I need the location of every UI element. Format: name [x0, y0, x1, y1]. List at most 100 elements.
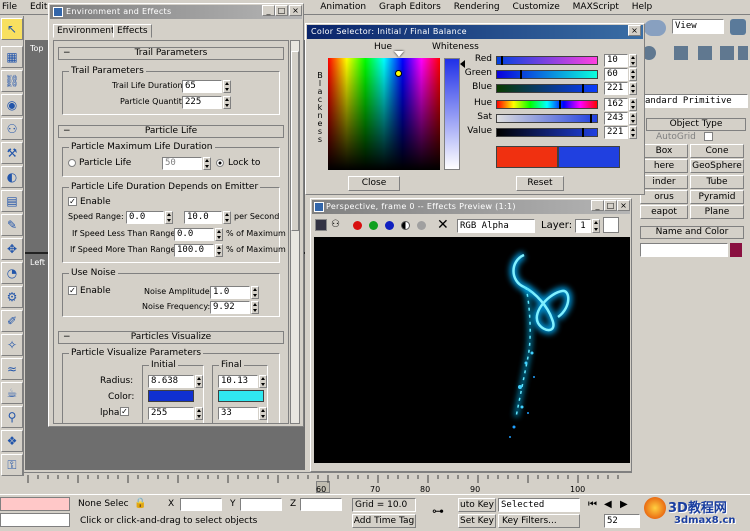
alpha-initial-spinner[interactable]: [195, 407, 203, 420]
initial-color-swatch[interactable]: [148, 390, 194, 402]
lights-icon[interactable]: [674, 46, 688, 60]
red-slider[interactable]: [496, 56, 598, 65]
env-scroll-thumb[interactable]: [291, 51, 299, 231]
blue-slider[interactable]: [496, 84, 598, 93]
noise-amp-field[interactable]: 1.0: [210, 286, 250, 299]
sat-value-field[interactable]: 243: [604, 112, 628, 125]
red-slider-marker[interactable]: [500, 56, 503, 65]
teapot-button[interactable]: eapot: [640, 205, 688, 219]
menu-rendering[interactable]: Rendering: [454, 2, 500, 12]
fx-icon[interactable]: ✧: [1, 334, 23, 356]
maxscript-mini[interactable]: [0, 513, 70, 527]
speed-max-spinner[interactable]: [223, 211, 231, 224]
systems-icon[interactable]: [738, 46, 748, 60]
gray-icon[interactable]: [417, 221, 426, 230]
cone-button[interactable]: Cone: [690, 144, 744, 158]
blue-channel-icon[interactable]: [385, 221, 394, 230]
viewport-label-left[interactable]: Left: [30, 258, 45, 267]
layer-spinner[interactable]: [592, 219, 600, 233]
noise-freq-spinner[interactable]: [251, 301, 259, 314]
cylinder-button[interactable]: inder: [640, 175, 688, 189]
x-coord-field[interactable]: [180, 498, 222, 511]
snap-icon[interactable]: [644, 20, 666, 36]
particle-life-radio[interactable]: [68, 159, 76, 167]
menu-maxscript[interactable]: MAXScript: [573, 2, 619, 12]
menu-file[interactable]: File: [2, 2, 17, 12]
current-frame-field[interactable]: 52: [604, 514, 640, 528]
render-canvas[interactable]: [314, 237, 630, 463]
blue-slider-marker[interactable]: [581, 84, 584, 93]
clone-icon[interactable]: ⚇: [331, 219, 345, 231]
green-slider[interactable]: [496, 70, 598, 79]
wave-icon[interactable]: ≈: [1, 358, 23, 380]
noise-freq-field[interactable]: 9.92: [210, 301, 250, 314]
maximize-button[interactable]: □: [275, 5, 288, 16]
speed-less-spinner[interactable]: [215, 228, 223, 241]
hue-value-spinner[interactable]: [629, 98, 637, 111]
radius-initial-field[interactable]: 8.638: [148, 375, 194, 388]
menu-graph-editors[interactable]: Graph Editors: [379, 2, 441, 12]
speed-more-field[interactable]: 100.0: [174, 244, 214, 257]
key-mode-dropdown[interactable]: Selected: [498, 498, 580, 512]
menu-edit[interactable]: Edit: [30, 2, 47, 12]
value-value-spinner[interactable]: [629, 126, 637, 139]
track-bar[interactable]: 60 70 80 90 100: [24, 472, 632, 494]
particle-life-spinner[interactable]: [203, 157, 211, 170]
new-color-swatch[interactable]: [558, 146, 620, 168]
bones-icon[interactable]: ⚲: [1, 406, 23, 428]
layer-swatch[interactable]: [603, 217, 619, 233]
helpers-icon[interactable]: [698, 46, 712, 60]
alpha-final-spinner[interactable]: [259, 407, 267, 420]
tool-icon[interactable]: ⚒: [1, 142, 23, 164]
sat-value-spinner[interactable]: [629, 112, 637, 125]
display-icon[interactable]: ◐: [1, 166, 23, 188]
y-coord-field[interactable]: [240, 498, 282, 511]
layers-icon[interactable]: ▤: [1, 190, 23, 212]
brush-icon[interactable]: ✐: [1, 310, 23, 332]
visualize-rollout[interactable]: − Particles Visualize: [58, 331, 284, 344]
preview-maximize-button[interactable]: □: [604, 200, 617, 211]
render-icon[interactable]: [730, 19, 746, 35]
prev-frame-icon[interactable]: ◀: [604, 499, 612, 510]
hue-slider[interactable]: [496, 100, 598, 109]
utility-icon[interactable]: ✎: [1, 214, 23, 236]
radius-final-spinner[interactable]: [259, 375, 267, 388]
layer-field[interactable]: 1: [575, 219, 591, 233]
channel-dropdown[interactable]: RGB Alpha: [457, 219, 535, 233]
particle-qty-field[interactable]: 225: [182, 96, 222, 109]
value-slider-marker[interactable]: [581, 128, 584, 137]
particle-life-rollout[interactable]: − Particle Life: [58, 125, 284, 138]
cloth-icon[interactable]: ❖: [1, 430, 23, 452]
preview-titlebar[interactable]: Perspective, frame 0 -- Effects Preview …: [312, 200, 630, 214]
trail-life-field[interactable]: 65: [182, 80, 222, 93]
red-value-field[interactable]: 10: [604, 54, 628, 67]
speed-max-field[interactable]: 10.0: [184, 211, 222, 224]
create-icon[interactable]: ▦: [1, 46, 23, 68]
noise-amp-spinner[interactable]: [251, 286, 259, 299]
clear-icon[interactable]: ✕: [437, 216, 449, 234]
add-time-tag-button[interactable]: Add Time Tag: [352, 514, 416, 528]
alpha-initial-field[interactable]: 255: [148, 407, 194, 420]
plane-button[interactable]: Plane: [690, 205, 744, 219]
hue-marker-icon[interactable]: [394, 51, 404, 57]
color-reset-btn[interactable]: Reset: [516, 176, 564, 191]
close-button[interactable]: ×: [289, 5, 302, 16]
hue-blackness-picker[interactable]: [328, 58, 440, 170]
value-slider[interactable]: [496, 128, 598, 137]
name-field[interactable]: [640, 243, 728, 257]
minimize-button[interactable]: _: [262, 5, 275, 16]
lock-to-radio[interactable]: [216, 159, 224, 167]
radius-final-field[interactable]: 10.13: [218, 375, 258, 388]
particle-life-field[interactable]: 50: [162, 157, 202, 170]
object-color-swatch[interactable]: [730, 243, 742, 257]
menu-customize[interactable]: Customize: [513, 2, 560, 12]
teapot-icon[interactable]: ☕: [1, 382, 23, 404]
viewport-label-top[interactable]: Top: [30, 44, 44, 53]
green-value-field[interactable]: 60: [604, 68, 628, 81]
color-close-button[interactable]: ×: [628, 25, 641, 36]
speed-less-field[interactable]: 0.0: [174, 228, 214, 241]
alpha-checkbox[interactable]: ✓: [120, 407, 129, 416]
mono-icon[interactable]: [401, 221, 410, 230]
sat-slider-marker[interactable]: [590, 114, 593, 123]
lock-icon[interactable]: ⚿: [1, 454, 23, 476]
